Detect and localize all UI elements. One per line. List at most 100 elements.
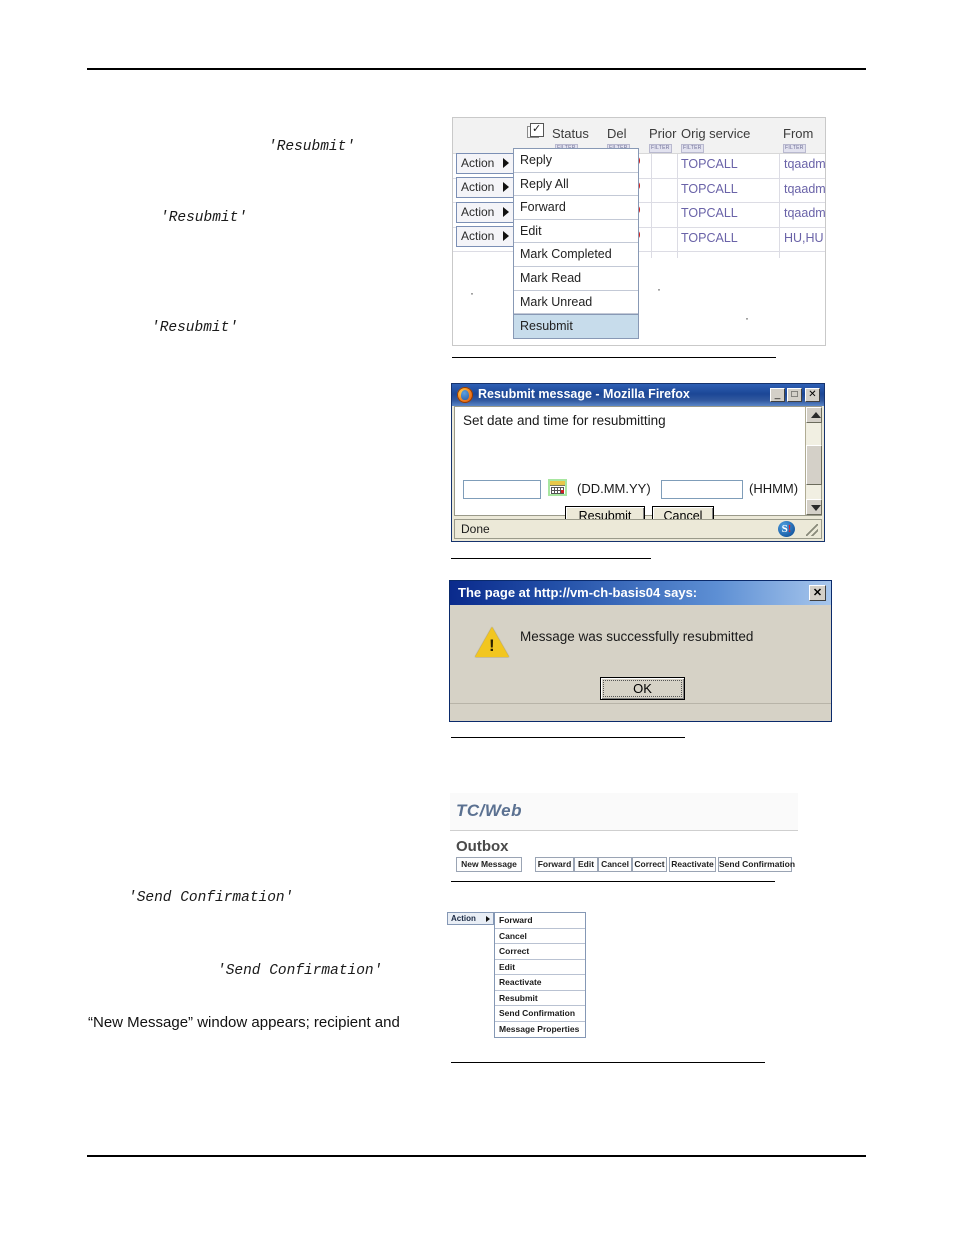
menu-item-mark-completed[interactable]: Mark Completed [514,243,638,267]
calendar-today-marker [561,490,564,493]
menu-item-cancel[interactable]: Cancel [495,929,585,944]
filter-link-from[interactable]: FILTER [783,144,806,153]
alert-ok-button[interactable]: OK [600,677,685,700]
dialog-scrollbar[interactable] [805,407,822,515]
cell-from[interactable]: tqaadm [784,206,825,220]
action-button-label: Action [461,205,495,219]
column-header-del[interactable]: Del [607,126,627,141]
calendar-picker-icon[interactable] [548,479,567,496]
dialog-title-text: Resubmit message - Mozilla Firefox [478,387,690,401]
column-header-orig-service[interactable]: Orig service [681,126,750,141]
action-button-row-4[interactable]: Action [456,226,514,247]
menu-item-mark-read[interactable]: Mark Read [514,266,638,291]
scroll-up-button[interactable] [806,407,822,423]
close-button[interactable]: ✕ [805,388,820,402]
maximize-button[interactable]: □ [787,388,802,402]
chevron-right-icon [503,182,509,192]
date-format-hint: (DD.MM.YY) [577,481,651,496]
menu-item-correct[interactable]: Correct [495,944,585,960]
cell-orig-service[interactable]: TOPCALL [681,157,738,171]
stray-mark: · [470,286,474,300]
status-text: Done [461,522,490,536]
menu-item-reactivate[interactable]: Reactivate [495,975,585,991]
warning-triangle-icon [475,627,509,657]
filter-link-orig-service[interactable]: FILTER [681,144,704,153]
column-header-prior[interactable]: Prior [649,126,676,141]
tcweb-outbox-toolbar: TC/Web Outbox New Message Forward Edit C… [450,793,798,878]
alert-close-button[interactable]: ✕ [809,585,826,601]
figure-caption-rule [451,1062,765,1063]
table-header-band [453,118,825,154]
action-menu-trigger[interactable]: Action [447,912,494,925]
menu-item-reply[interactable]: Reply [514,149,638,173]
time-input[interactable] [661,480,743,499]
alert-message-text: Message was successfully resubmitted [520,629,754,644]
action-button-row-1[interactable]: Action [456,153,514,174]
new-message-button[interactable]: New Message [456,857,522,872]
cell-from[interactable]: tqaadm [784,157,825,171]
scroll-down-button[interactable] [806,499,822,515]
focus-outline [603,680,682,697]
filter-link-prior[interactable]: FILTER [649,144,672,153]
cell-orig-service[interactable]: TOPCALL [681,231,738,245]
toolbar-button-send-confirmation[interactable]: Send Confirmation [718,857,795,872]
toolbar-button-cancel[interactable]: Cancel [598,857,632,872]
dialog-content-area: Set date and time for resubmitting (DD.M… [454,406,822,527]
figure-caption-rule [451,558,651,559]
document-page: 'Resubmit' 'Resubmit' 'Resubmit' 'Send C… [0,0,954,1235]
cell-orig-service[interactable]: TOPCALL [681,206,738,220]
action-context-menu: Reply Reply All Forward Edit Mark Comple… [513,148,639,339]
date-input[interactable] [463,480,541,499]
menu-item-forward[interactable]: Forward [514,196,638,220]
cell-from[interactable]: HU,HU [784,231,824,245]
column-header-from[interactable]: From [783,126,813,141]
select-all-checkbox-icon[interactable]: ✓ [527,123,544,138]
page-footer-rule [87,1155,866,1157]
doc-note-resubmit-1: 'Resubmit' [268,139,356,155]
menu-item-edit[interactable]: Edit [495,960,585,975]
toolbar-button-correct[interactable]: Correct [632,857,667,872]
toolbar-button-reactivate[interactable]: Reactivate [669,857,716,872]
doc-note-send-confirmation-1: 'Send Confirmation' [128,890,294,906]
menu-item-edit[interactable]: Edit [514,219,638,244]
dialog-title-bar[interactable]: Resubmit message - Mozilla Firefox _ □ ✕ [452,384,824,406]
resize-grip-icon[interactable] [806,524,818,536]
dialog-status-bar: Done S! [454,519,822,539]
column-header-status[interactable]: Status [552,126,589,141]
firefox-icon [457,387,473,403]
figure-caption-rule [452,357,776,358]
minimize-button[interactable]: _ [770,388,785,402]
check-mark-icon: ✓ [532,123,542,135]
action-button-label: Action [461,180,495,194]
menu-item-resubmit[interactable]: Resubmit [495,991,585,1006]
menu-item-send-confirmation[interactable]: Send Confirmation [495,1006,585,1022]
chevron-right-icon [503,207,509,217]
chevron-right-icon [503,158,509,168]
menu-item-mark-unread[interactable]: Mark Unread [514,290,638,315]
cell-orig-service[interactable]: TOPCALL [681,182,738,196]
menu-item-reply-all[interactable]: Reply All [514,172,638,197]
skype-s-icon[interactable]: S! [778,521,795,537]
outbox-action-menu: Action Forward Cancel Correct Edit React… [447,910,587,1038]
menu-item-message-properties[interactable]: Message Properties [495,1022,585,1038]
cell-from[interactable]: tqaadm [784,182,825,196]
menu-item-forward[interactable]: Forward [495,913,585,929]
toolbar-button-edit[interactable]: Edit [574,857,598,872]
scrollbar-thumb[interactable] [806,445,822,485]
menu-item-resubmit[interactable]: Resubmit [514,314,638,338]
doc-note-resubmit-2: 'Resubmit' [160,210,248,226]
calendar-top-bar [550,481,565,486]
action-button-row-3[interactable]: Action [456,202,514,223]
action-button-label: Action [461,156,495,170]
alert-footer-bar [450,703,831,721]
stray-mark: · [657,282,661,296]
page-title: Outbox [456,838,509,855]
toolbar-button-forward[interactable]: Forward [535,857,574,872]
tcweb-logo: TC/Web [456,801,522,820]
status-icon-mark: ! [787,523,792,535]
action-button-row-2[interactable]: Action [456,177,514,198]
alert-title-bar[interactable]: The page at http://vm-ch-basis04 says: ✕ [450,581,831,605]
doc-paragraph-new-message: “New Message” window appears; recipient … [88,1014,400,1031]
chevron-right-icon [486,916,490,922]
action-menu-list: Forward Cancel Correct Edit Reactivate R… [494,912,586,1038]
